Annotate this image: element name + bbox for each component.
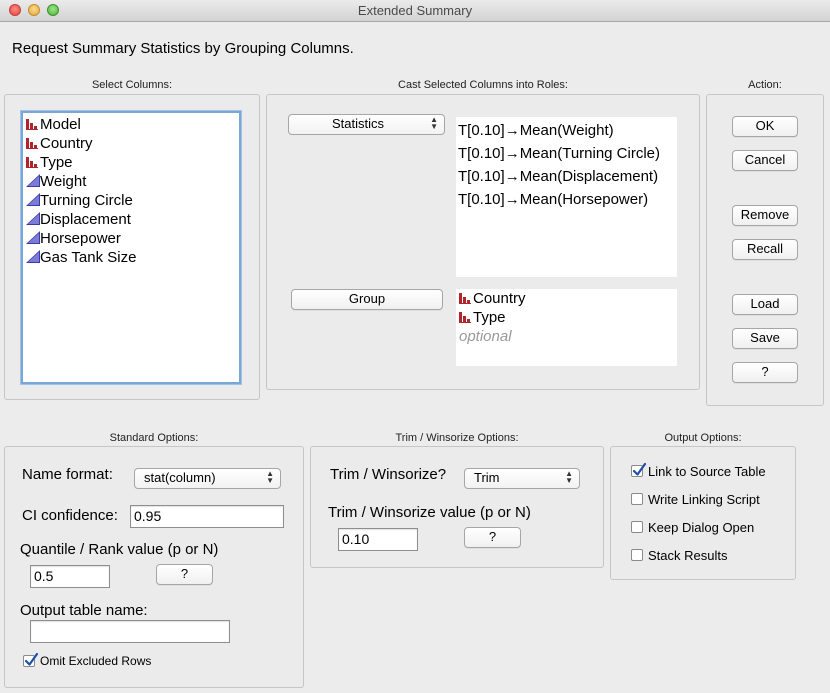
column-list-item-label: Type: [40, 154, 73, 171]
trim-value-field[interactable]: 0.10: [338, 528, 418, 551]
trim-options-label: Trim / Winsorize Options:: [395, 432, 519, 444]
popup-arrows-icon: ▲ ▼: [565, 469, 573, 485]
save-button[interactable]: Save: [732, 328, 798, 349]
nominal-column-icon: [459, 309, 471, 323]
column-list-item[interactable]: Displacement: [26, 210, 131, 229]
window-title: Extended Summary: [357, 3, 473, 18]
column-list-item-label: Model: [40, 116, 81, 133]
trim-winsorize-value: Trim: [474, 470, 500, 485]
nominal-column-icon: [26, 154, 38, 168]
stack-results-label: Stack Results: [648, 548, 728, 563]
statistics-popup-label: Statistics: [331, 116, 384, 131]
omit-excluded-label: Omit Excluded Rows: [40, 654, 152, 668]
column-list-item[interactable]: Weight: [26, 172, 86, 191]
nominal-column-icon: [26, 116, 38, 130]
checkmark-icon: [632, 462, 647, 476]
write-script-checkbox[interactable]: [631, 493, 643, 505]
link-source-label: Link to Source Table: [648, 464, 766, 479]
column-list-item[interactable]: Horsepower: [26, 229, 121, 248]
continuous-column-icon: [26, 249, 40, 263]
popup-arrows-icon: ▲ ▼: [430, 115, 438, 131]
trim-value-label: Trim / Winsorize value (p or N): [328, 504, 531, 521]
group-list-item-label: Type: [473, 309, 506, 326]
group-button[interactable]: Group: [291, 289, 443, 310]
group-optional-placeholder: optional: [459, 328, 512, 345]
popup-arrows-icon: ▲ ▼: [266, 469, 274, 485]
trim-help-button[interactable]: ?: [464, 527, 521, 548]
group-list-item[interactable]: Type: [459, 308, 506, 327]
remove-button[interactable]: Remove: [732, 205, 798, 226]
continuous-column-icon: [26, 211, 40, 225]
column-list-item[interactable]: Gas Tank Size: [26, 248, 136, 267]
ok-button[interactable]: OK: [732, 116, 798, 137]
cancel-button[interactable]: Cancel: [732, 150, 798, 171]
column-list-item-label: Turning Circle: [40, 192, 133, 209]
quantile-field[interactable]: 0.5: [30, 565, 110, 588]
statistics-list-item[interactable]: T[0.10]→Mean(Weight): [458, 121, 614, 140]
output-table-name-field[interactable]: [30, 620, 230, 643]
load-button[interactable]: Load: [732, 294, 798, 315]
statistics-list-item[interactable]: T[0.10]→Mean(Displacement): [458, 167, 658, 186]
recall-button[interactable]: Recall: [732, 239, 798, 260]
column-list-item-label: Country: [40, 135, 93, 152]
column-list-item-label: Horsepower: [40, 230, 121, 247]
column-list-item[interactable]: Model: [26, 115, 81, 134]
omit-excluded-checkbox[interactable]: [23, 652, 39, 667]
column-list[interactable]: Model Country Type Weight Turning Circle Disp…: [21, 111, 241, 384]
name-format-value: stat(column): [144, 470, 216, 485]
output-options-label: Output Options:: [664, 432, 742, 444]
statistics-popup[interactable]: Statistics ▲ ▼: [288, 114, 445, 135]
quantile-label: Quantile / Rank value (p or N): [20, 541, 219, 558]
column-list-item-label: Gas Tank Size: [40, 249, 137, 266]
cast-roles-label: Cast Selected Columns into Roles:: [398, 79, 568, 91]
column-list-item-label: Weight: [40, 173, 87, 190]
select-columns-label: Select Columns:: [91, 79, 173, 91]
name-format-label: Name format:: [22, 466, 113, 483]
trim-winsorize-label: Trim / Winsorize?: [330, 466, 447, 483]
action-label: Action:: [748, 79, 782, 91]
trim-winsorize-popup[interactable]: Trim ▲ ▼: [464, 468, 580, 489]
output-table-name-label: Output table name:: [20, 602, 148, 619]
write-script-label: Write Linking Script: [648, 492, 760, 507]
quantile-help-button[interactable]: ?: [156, 564, 213, 585]
title-bar: Extended Summary: [0, 0, 830, 22]
checkmark-icon: [24, 652, 39, 666]
standard-options-label: Standard Options:: [109, 432, 199, 444]
link-source-checkbox[interactable]: [631, 462, 647, 477]
column-list-item[interactable]: Type: [26, 153, 73, 172]
keep-open-checkbox[interactable]: [631, 521, 643, 533]
ci-confidence-label: CI confidence:: [22, 507, 118, 524]
nominal-column-icon: [459, 290, 471, 304]
nominal-column-icon: [26, 135, 38, 149]
statistics-list-item[interactable]: T[0.10]→Mean(Turning Circle): [458, 144, 660, 163]
column-list-item[interactable]: Turning Circle: [26, 191, 133, 210]
dialog-heading: Request Summary Statistics by Grouping C…: [12, 40, 354, 57]
group-list-item-label: Country: [473, 290, 526, 307]
name-format-popup[interactable]: stat(column) ▲ ▼: [134, 468, 281, 489]
continuous-column-icon: [26, 192, 40, 206]
statistics-list-item[interactable]: T[0.10]→Mean(Horsepower): [458, 190, 648, 209]
group-list-item[interactable]: Country: [459, 289, 526, 308]
help-button[interactable]: ?: [732, 362, 798, 383]
keep-open-label: Keep Dialog Open: [648, 520, 755, 535]
group-list[interactable]: Country Type optional: [456, 289, 677, 366]
stack-results-checkbox[interactable]: [631, 549, 643, 561]
column-list-item-label: Displacement: [40, 211, 131, 228]
continuous-column-icon: [26, 230, 40, 244]
ci-confidence-field[interactable]: 0.95: [130, 505, 284, 528]
column-list-item[interactable]: Country: [26, 134, 93, 153]
statistics-list[interactable]: T[0.10]→Mean(Weight) T[0.10]→Mean(Turning…: [456, 117, 677, 277]
continuous-column-icon: [26, 173, 40, 187]
